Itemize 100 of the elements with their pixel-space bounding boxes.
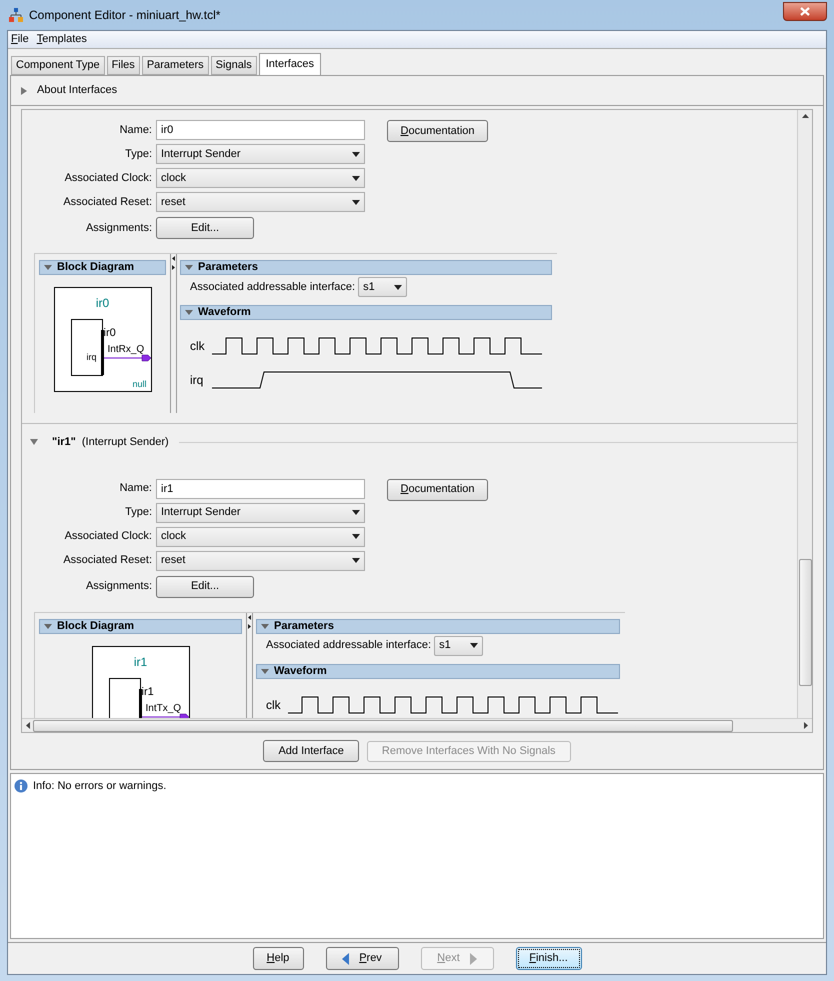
name-field[interactable]: ir0 [156,120,365,140]
port-label: IntTx_Q [146,704,182,714]
info-icon [14,779,28,794]
window-title: Component Editor - miniuart_hw.tcl* [29,7,220,24]
collapse-left-icon[interactable] [172,256,175,261]
section-header[interactable]: Block Diagram [39,260,166,275]
section-header[interactable]: Waveform [180,305,552,320]
field-label: Name: [118,122,152,138]
dropdown-arrow-icon [470,643,478,648]
dropdown-field[interactable]: clock [156,168,365,188]
module-label: ir0 [104,328,116,339]
section-header[interactable]: Parameters [180,260,552,275]
collapse-triangle-icon[interactable] [30,439,38,446]
field-label: Associated Clock: [64,529,152,544]
dropdown-arrow-icon [352,176,360,180]
app-icon [9,8,23,22]
close-icon [800,6,810,16]
scroll-up-icon[interactable] [802,114,808,118]
tab[interactable]: Component Type [11,56,105,75]
footer-button[interactable]: Prev [326,947,398,970]
tab[interactable]: Parameters [142,56,209,75]
dropdown-field[interactable]: Interrupt Sender [156,144,365,164]
menu-item[interactable]: File [11,31,29,48]
collapse-triangle-icon[interactable] [44,624,52,628]
section-title: Waveform [274,664,327,679]
dropdown-field[interactable]: reset [156,550,365,570]
tab[interactable]: Files [106,56,140,75]
scroll-right-icon[interactable] [804,722,808,729]
interface-dropdown[interactable]: s1 [434,636,484,656]
tab[interactable]: Signals [210,56,257,75]
dropdown-arrow-icon [352,200,360,204]
collapse-triangle-icon[interactable] [185,265,193,270]
dropdown-field[interactable]: Interrupt Sender [156,502,365,522]
instance-name: ir1 [132,654,148,670]
expand-triangle-icon[interactable] [21,86,27,94]
footer-button[interactable]: Finish... [516,947,582,970]
dropdown-arrow-icon [352,558,360,563]
expand-right-icon[interactable] [248,624,251,628]
close-button[interactable] [783,2,827,20]
section-header[interactable]: Waveform [256,664,620,678]
instance-name: ir0 [94,295,110,312]
expand-right-icon[interactable] [172,265,175,270]
interface-dropdown[interactable]: s1 [358,277,408,297]
vertical-scrollbar[interactable] [797,110,812,718]
section-title: Parameters [198,260,258,276]
field-label: Type: [124,505,152,520]
collapse-triangle-icon[interactable] [261,668,269,674]
scroll-left-icon[interactable] [26,722,30,729]
port-connector-icon [104,354,152,362]
left-arrow-icon [342,952,350,964]
section-title: Block Diagram [57,618,134,634]
field-label: Assignments: [84,220,152,236]
message-text: Info: No errors or warnings. [33,779,166,794]
dropdown-arrow-icon [352,510,360,515]
tab[interactable]: Interfaces [258,53,322,75]
field-label: Associated Reset: [62,553,152,568]
dropdown-field[interactable]: clock [156,526,365,546]
parameter-label: Associated addressable interface: [190,280,356,295]
name-field[interactable]: ir1 [156,478,365,498]
collapse-triangle-icon[interactable] [261,624,269,628]
clock-note: null [132,380,146,389]
section-header[interactable]: Block Diagram [39,618,242,634]
horizontal-scrollbar[interactable] [22,718,812,732]
field-label: Associated Reset: [62,194,152,210]
dropdown-arrow-icon [394,284,402,290]
dropdown-arrow-icon [352,534,360,539]
right-arrow-icon [470,952,477,964]
interface-type: (Interrupt Sender) [82,435,169,450]
signal-label: irq [86,353,97,362]
parameter-label: Associated addressable interface: [266,638,432,654]
footer-button[interactable]: Help [252,947,304,970]
section-title: Block Diagram [57,260,134,276]
edit-button[interactable]: Edit... [156,576,254,598]
section-header[interactable]: Parameters [256,618,620,634]
field-label: Associated Clock: [64,170,152,186]
scrollbar-thumb[interactable] [33,720,733,732]
about-label: About Interfaces [37,83,118,98]
documentation-button[interactable]: Documentation [387,478,488,500]
signal-name: clk [266,696,282,714]
dropdown-arrow-icon [352,152,360,156]
dropdown-field[interactable]: reset [156,192,365,212]
collapse-triangle-icon[interactable] [44,265,52,270]
edit-button[interactable]: Edit... [156,217,254,239]
interface-name: "ir1" [52,435,76,450]
signal-name: clk [190,338,206,355]
field-label: Assignments: [84,579,152,594]
field-label: Type: [124,146,152,162]
scrollbar-thumb[interactable] [798,559,812,686]
action-button[interactable]: Add Interface [263,740,359,762]
port-bar [100,330,104,375]
menu-item[interactable]: Templates [36,31,87,48]
port-label: IntRx_Q [108,345,144,355]
section-title: Waveform [198,305,251,320]
collapse-triangle-icon[interactable] [185,310,193,315]
collapse-left-icon[interactable] [248,614,251,620]
signal-name: irq [190,372,204,389]
section-title: Parameters [274,618,334,634]
module-label: ir1 [142,686,154,698]
field-label: Name: [118,481,152,496]
documentation-button[interactable]: Documentation [387,120,488,142]
